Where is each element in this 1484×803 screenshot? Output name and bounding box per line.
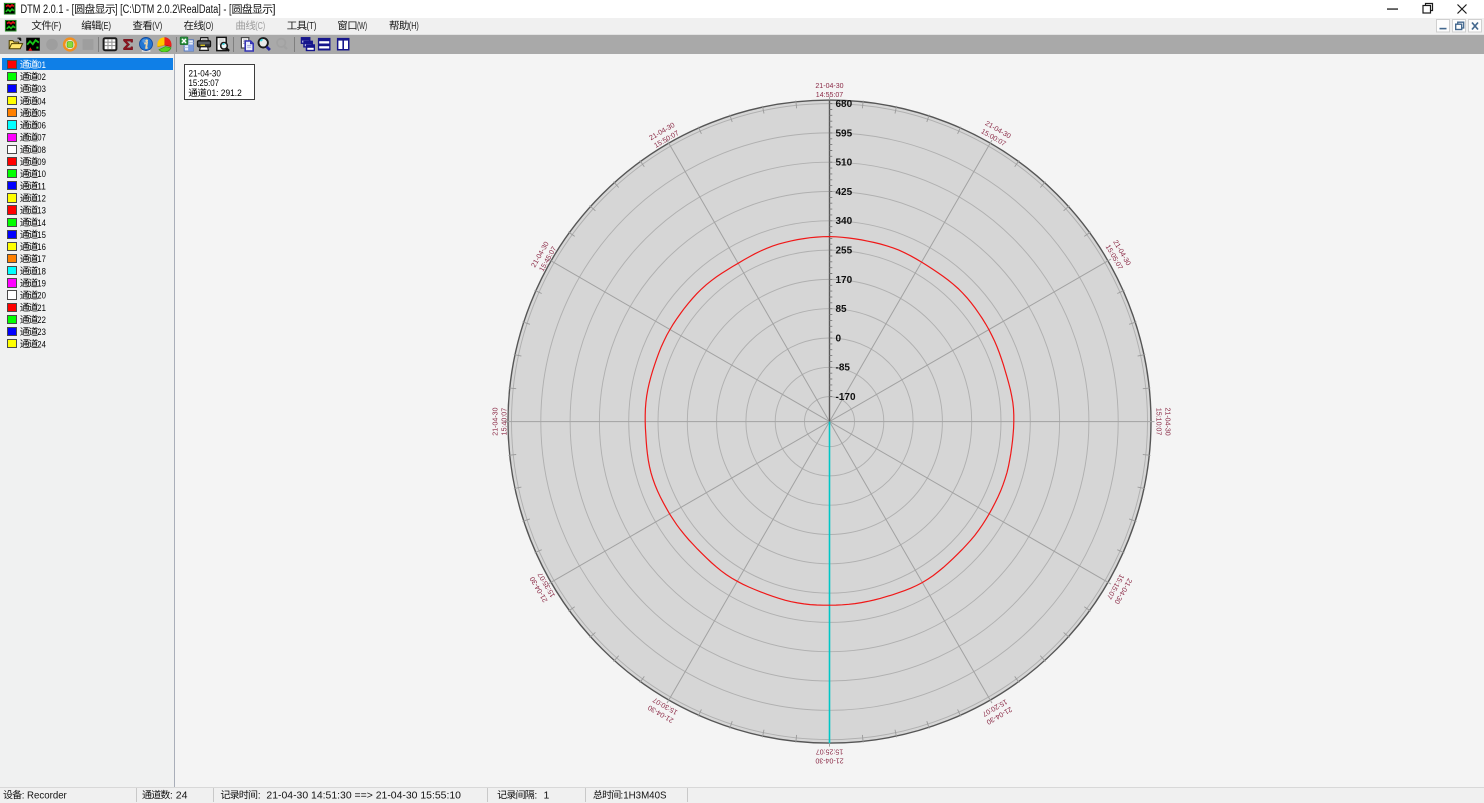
svg-text:11: 11 xyxy=(37,181,46,192)
svg-text:04: 04 xyxy=(37,96,46,107)
svg-text:23: 23 xyxy=(37,327,46,338)
svg-text:10: 10 xyxy=(37,169,46,180)
svg-text:(O): (O) xyxy=(203,20,213,32)
svg-text:] [C:\DTM 2.0.2\RealData] - [: ] [C:\DTM 2.0.2\RealData] - [ xyxy=(115,4,232,16)
svg-text:(E): (E) xyxy=(101,20,111,32)
svg-text::1H3M40S: :1H3M40S xyxy=(621,789,667,801)
svg-text:(V): (V) xyxy=(152,20,162,32)
svg-text:09: 09 xyxy=(37,157,46,168)
svg-text:: 24: : 24 xyxy=(170,789,188,801)
svg-text:07: 07 xyxy=(37,133,46,144)
svg-text::: : xyxy=(258,789,261,801)
svg-text:13: 13 xyxy=(37,206,46,217)
svg-text:01: 291.2: 01: 291.2 xyxy=(207,88,242,99)
svg-text:06: 06 xyxy=(37,121,46,132)
svg-text:14: 14 xyxy=(37,218,46,229)
svg-text:16: 16 xyxy=(37,242,46,253)
svg-text:05: 05 xyxy=(37,108,46,119)
svg-text:02: 02 xyxy=(37,72,46,83)
svg-text:12: 12 xyxy=(37,193,46,204)
svg-text:01: 01 xyxy=(37,60,46,71)
svg-text:(C): (C) xyxy=(255,20,265,32)
svg-text:: Recorder: : Recorder xyxy=(22,789,68,801)
svg-text:21-04-30 14:51:30 ==> 21-04-30: 21-04-30 14:51:30 ==> 21-04-30 15:55:10 xyxy=(266,789,461,801)
svg-text:(H): (H) xyxy=(409,20,419,32)
svg-text:(T): (T) xyxy=(307,20,317,32)
svg-text:1: 1 xyxy=(544,789,550,801)
svg-text:17: 17 xyxy=(37,254,46,265)
svg-text:03: 03 xyxy=(37,84,46,95)
svg-text:08: 08 xyxy=(37,145,46,156)
svg-text:]: ] xyxy=(272,4,275,16)
svg-text:20: 20 xyxy=(37,291,46,302)
svg-text:18: 18 xyxy=(37,266,46,277)
svg-text:DTM 2.0.1 - [: DTM 2.0.1 - [ xyxy=(21,4,75,16)
svg-text:(F): (F) xyxy=(51,20,61,32)
svg-text:15: 15 xyxy=(37,230,46,241)
svg-text:22: 22 xyxy=(37,315,46,326)
svg-text::: : xyxy=(534,789,537,801)
svg-text:24: 24 xyxy=(37,339,46,350)
svg-text:19: 19 xyxy=(37,279,46,290)
svg-text:(W): (W) xyxy=(357,20,367,32)
svg-text:21: 21 xyxy=(37,303,46,314)
